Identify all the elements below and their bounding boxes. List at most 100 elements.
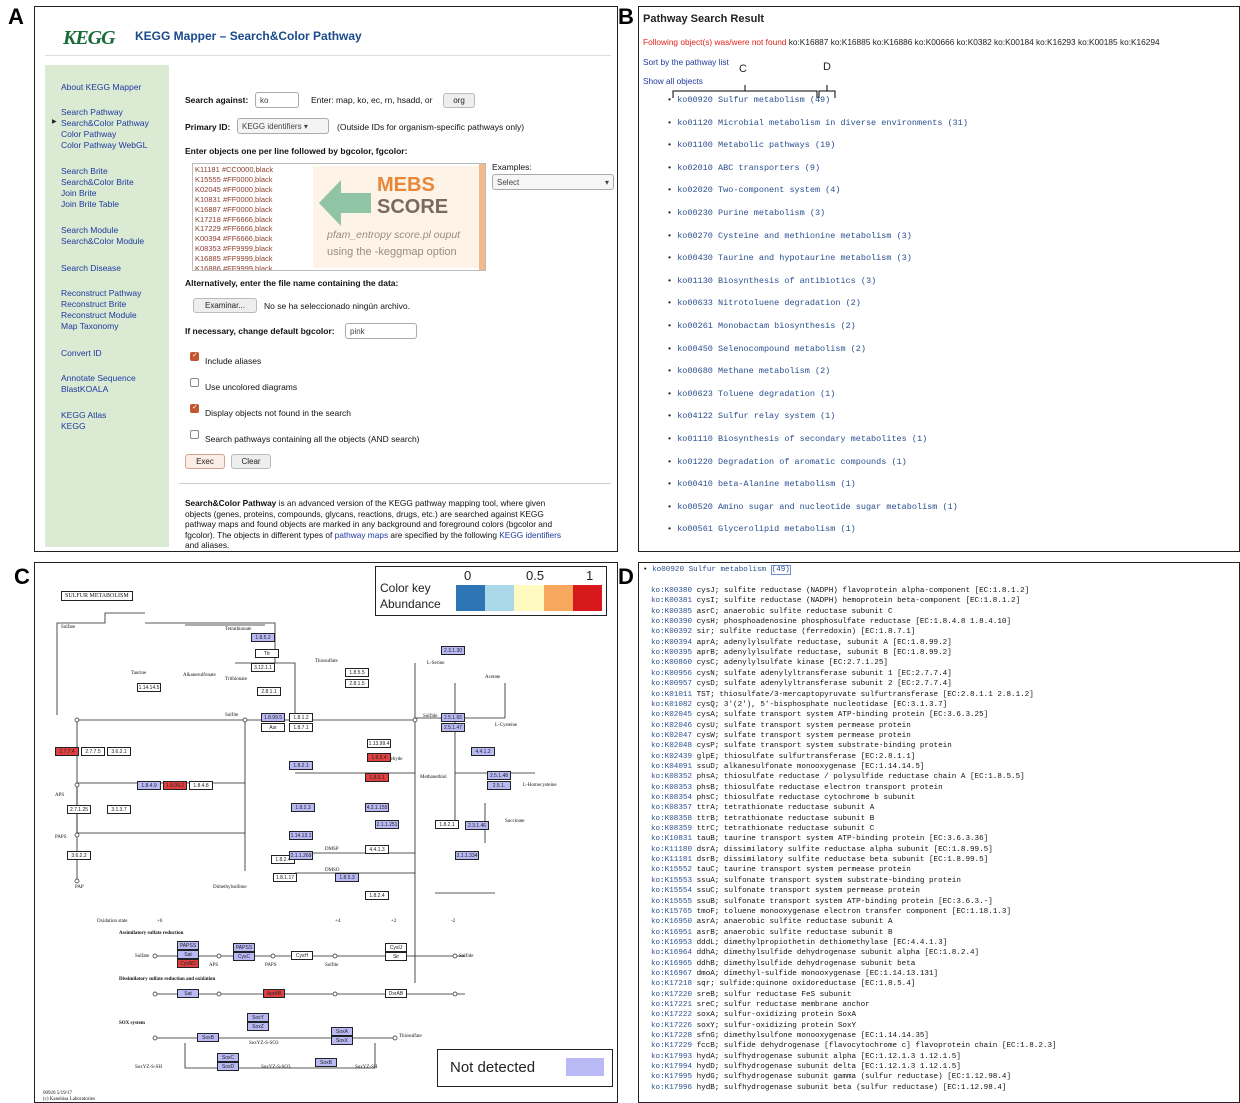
pathway-id[interactable]: ko01110 <box>677 434 713 444</box>
ko-id-link[interactable]: ko:K08359 <box>651 825 692 833</box>
enzyme-box[interactable]: 2.8.1.1 <box>257 687 281 696</box>
gene-box[interactable]: SoxB <box>315 1058 337 1067</box>
sidebar-item[interactable]: Search Brite <box>61 166 108 176</box>
enzyme-box[interactable]: 2.1.1.334 <box>455 851 479 860</box>
pathway-id[interactable]: ko00623 <box>677 389 713 399</box>
sidebar-item[interactable]: Reconstruct Pathway <box>61 288 141 298</box>
gene-box[interactable]: PAPSS <box>233 943 255 952</box>
gene-box[interactable]: SoxA <box>331 1027 353 1036</box>
ko-id-link[interactable]: ko:K02048 <box>651 742 692 750</box>
enzyme-box[interactable]: 2.5.1.48 <box>487 771 511 780</box>
sort-link[interactable]: Sort by the pathway list <box>643 57 729 67</box>
gene-box[interactable]: CysC <box>233 952 255 961</box>
pathway-id[interactable]: ko00633 <box>677 298 713 308</box>
enzyme-box[interactable]: 1.8.2.1 <box>435 820 459 829</box>
ko-id-link[interactable]: ko:K00390 <box>651 618 692 626</box>
enzyme-box[interactable]: 1.8.2.1 <box>289 761 313 770</box>
ko-id-link[interactable]: ko:K17221 <box>651 1001 692 1009</box>
enzyme-box[interactable]: 2.8.1.5 <box>345 679 369 688</box>
textarea-scrollbar[interactable] <box>479 164 485 270</box>
ko-id-link[interactable]: ko:K15555 <box>651 898 692 906</box>
enzyme-box[interactable]: 1.8.5.3 <box>335 873 359 882</box>
pathway-id[interactable]: ko02020 <box>677 185 713 195</box>
pathway-item[interactable]: • ko04122 Sulfur relay system (1) <box>667 411 835 421</box>
ko-id-link[interactable]: ko:K00381 <box>651 597 692 605</box>
ko-id-link[interactable]: ko:K17218 <box>651 980 692 988</box>
enzyme-box[interactable]: 1.8.2.3 <box>291 803 315 812</box>
ko-id-link[interactable]: ko:K02439 <box>651 753 692 761</box>
header-pathway-id[interactable]: ko00920 <box>652 566 684 574</box>
browse-button[interactable]: Examinar... <box>193 298 257 313</box>
gene-box[interactable]: Sir <box>385 952 407 961</box>
enzyme-box[interactable]: 1.8.4.9 <box>137 781 161 790</box>
ko-id-link[interactable]: ko:K16964 <box>651 949 692 957</box>
pathway-item[interactable]: • ko00430 Taurine and hypotaurine metabo… <box>667 253 912 263</box>
ko-id-link[interactable]: ko:K17220 <box>651 991 692 999</box>
ko-id-link[interactable]: ko:K00380 <box>651 587 692 595</box>
sidebar-item[interactable]: Search&Color Brite <box>61 177 134 187</box>
ko-id-link[interactable]: ko:K16950 <box>651 918 692 926</box>
gene-box[interactable]: SoxC <box>217 1053 239 1062</box>
include-aliases-checkbox[interactable] <box>190 351 199 361</box>
enzyme-box[interactable]: 1.8.3.1 <box>365 773 389 782</box>
pathway-id[interactable]: ko01220 <box>677 457 713 467</box>
ko-id-link[interactable]: ko:K10831 <box>651 835 692 843</box>
sidebar-item[interactable]: Join Brite <box>61 188 96 198</box>
gene-box[interactable]: DsrAB <box>385 989 407 998</box>
pathway-item[interactable]: • ko00520 Amino sugar and nucleotide sug… <box>667 502 958 512</box>
ko-id-link[interactable]: ko:K17993 <box>651 1053 692 1061</box>
pathway-id[interactable]: ko00450 <box>677 344 713 354</box>
ko-id-link[interactable]: ko:K15553 <box>651 877 692 885</box>
gene-box[interactable]: CysIJ <box>385 943 407 952</box>
ko-id-link[interactable]: ko:K02045 <box>651 711 692 719</box>
sidebar-item[interactable]: Color Pathway WebGL <box>61 140 147 150</box>
sidebar-item[interactable]: KEGG <box>61 421 86 431</box>
enzyme-box[interactable]: 1.8.2.4 <box>365 891 389 900</box>
ko-id-link[interactable]: ko:K17222 <box>651 1011 692 1019</box>
sidebar-item[interactable]: Map Taxonomy <box>61 321 118 331</box>
enzyme-box[interactable]: 3.6.2.2 <box>67 851 91 860</box>
pathway-item[interactable]: • ko00623 Toluene degradation (1) <box>667 389 835 399</box>
pathway-id[interactable]: ko01130 <box>677 276 713 286</box>
ko-id-link[interactable]: ko:K17994 <box>651 1063 692 1071</box>
primary-id-select[interactable]: KEGG identifiers ▾ <box>237 118 329 134</box>
gene-box[interactable]: AprAB <box>263 989 285 998</box>
ko-id-link[interactable]: ko:K00956 <box>651 670 692 678</box>
pathway-item[interactable]: • ko00261 Monobactam biosynthesis (2) <box>667 321 856 331</box>
sidebar-item[interactable]: BlastKOALA <box>61 384 108 394</box>
gene-box[interactable]: Sat <box>177 950 199 959</box>
ko-id-link[interactable]: ko:K15765 <box>651 908 692 916</box>
pathway-item[interactable]: • ko00230 Purine metabolism (3) <box>667 208 825 218</box>
ko-id-link[interactable]: ko:K08353 <box>651 784 692 792</box>
pathway-id[interactable]: ko01100 <box>677 140 713 150</box>
sidebar-item[interactable]: Search&Color Pathway <box>61 118 149 128</box>
enzyme-box[interactable]: 2.7.7.5 <box>81 747 105 756</box>
pathway-item[interactable]: • ko00450 Selenocompound metabolism (2) <box>667 344 866 354</box>
sidebar-item[interactable]: Reconstruct Brite <box>61 299 126 309</box>
ko-id-link[interactable]: ko:K17226 <box>651 1022 692 1030</box>
sidebar-item[interactable]: Reconstruct Module <box>61 310 137 320</box>
pathway-id[interactable]: ko00270 <box>677 231 713 241</box>
pathway-maps-link[interactable]: pathway maps <box>335 530 389 540</box>
enzyme-box[interactable]: 1.8.5.4 <box>367 753 391 762</box>
pathway-id[interactable]: ko04122 <box>677 411 713 421</box>
ko-id-link[interactable]: ko:K00957 <box>651 680 692 688</box>
enzyme-box[interactable]: Asr <box>261 723 285 732</box>
uncolored-diagrams-checkbox[interactable] <box>190 378 199 387</box>
enzyme-box[interactable]: Ttr <box>255 649 279 658</box>
enzyme-box[interactable]: 2.1.1.251 <box>375 820 399 829</box>
ko-id-link[interactable]: ko:K17229 <box>651 1042 692 1050</box>
sidebar-item[interactable]: Annotate Sequence <box>61 373 136 383</box>
pathway-item[interactable]: • ko00270 Cysteine and methionine metabo… <box>667 231 912 241</box>
enzyme-box[interactable]: 4.2.1.155 <box>365 803 389 812</box>
pathway-id[interactable]: ko00920 <box>677 95 713 105</box>
ko-id-link[interactable]: ko:K08354 <box>651 794 692 802</box>
enzyme-box[interactable]: 3.12.1.1 <box>251 663 275 672</box>
gene-box[interactable]: PAPSS <box>177 941 199 950</box>
ko-id-link[interactable]: ko:K16953 <box>651 939 692 947</box>
enzyme-box[interactable]: 1.8.5.2 <box>251 633 275 642</box>
sidebar-item[interactable]: Search Disease <box>61 263 121 273</box>
ko-id-link[interactable]: ko:K04091 <box>651 763 692 771</box>
gene-box[interactable]: Sat <box>177 989 199 998</box>
sidebar-item[interactable]: Color Pathway <box>61 129 116 139</box>
